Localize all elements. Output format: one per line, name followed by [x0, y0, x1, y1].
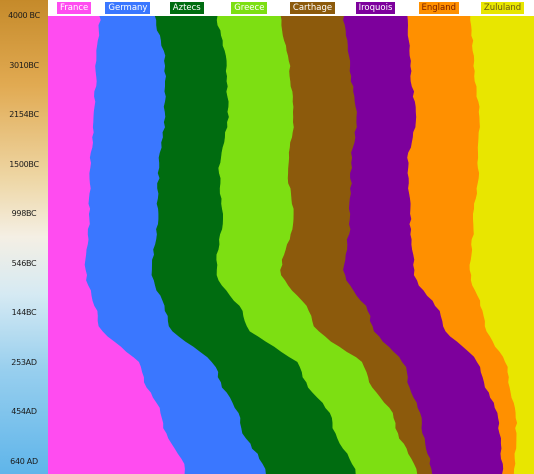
y-tick-label: 4000 BC	[8, 11, 40, 20]
civilization-history-chart: 4000 BC 3010BC 2154BC 1500BC 998BC 546BC 144BC…	[0, 0, 534, 474]
time-axis: 4000 BC 3010BC 2154BC 1500BC 998BC 546BC 144BC…	[0, 0, 48, 474]
legend-iroquois: Iroquois	[355, 2, 396, 14]
stacked-area-plot	[48, 15, 534, 474]
legend-zululand: Zululand	[480, 2, 525, 14]
legend-germany: Germany	[105, 2, 151, 14]
legend: France Germany Aztecs Greece Carthage Iroquoi…	[48, 0, 534, 16]
y-tick-label: 253AD	[11, 357, 37, 367]
y-tick-label: 998BC	[11, 209, 37, 219]
legend-greece: Greece	[231, 2, 268, 14]
y-tick-label: 640 AD	[10, 457, 38, 466]
legend-england: England	[418, 2, 460, 14]
y-tick-label: 1500BC	[9, 159, 39, 169]
legend-carthage: Carthage	[289, 2, 336, 14]
y-tick-label: 2154BC	[9, 110, 39, 120]
y-tick-label: 3010BC	[9, 60, 39, 70]
legend-aztecs: Aztecs	[169, 2, 204, 14]
y-tick-label: 546BC	[11, 258, 37, 268]
legend-france: France	[57, 2, 92, 14]
y-tick-label: 454AD	[11, 407, 37, 417]
y-tick-label: 144BC	[11, 308, 37, 318]
